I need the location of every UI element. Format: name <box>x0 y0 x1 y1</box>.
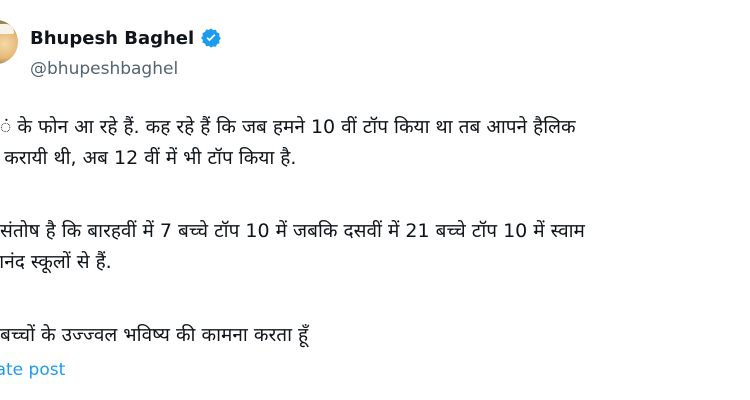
avatar-cap <box>0 24 14 34</box>
translate-post-link[interactable]: slate post <box>0 360 65 380</box>
author-display-name[interactable]: Bhupesh Baghel <box>30 28 194 49</box>
tweet-body: ं के फोन आ रहे हैं. कह रहे हैं कि जब हमन… <box>0 112 750 351</box>
tweet-line: ं के फोन आ रहे हैं. कह रहे हैं कि जब हमन… <box>0 116 576 138</box>
tweet-line: ानंद स्कूलों से हैं. <box>0 247 750 278</box>
tweet-line-text: ानंद स्कूलों से हैं. <box>0 251 112 273</box>
author-name-row: Bhupesh Baghel <box>30 27 222 49</box>
tweet-line-text: ड करायी थी, अब 12 वीं में भी टॉप किया है… <box>0 147 297 169</box>
tweet-line: बच्चों के उज्ज्वल भविष्य की कामना करता ह… <box>0 324 309 346</box>
author-handle[interactable]: @bhupeshbaghel <box>30 59 178 79</box>
tweet-line: ड करायी थी, अब 12 वीं में भी टॉप किया है… <box>0 143 750 174</box>
tweet-line: संतोष है कि बारहवीं में 7 बच्चे टॉप 10 म… <box>0 220 585 242</box>
verified-badge-icon <box>201 28 222 48</box>
avatar[interactable] <box>0 20 18 64</box>
